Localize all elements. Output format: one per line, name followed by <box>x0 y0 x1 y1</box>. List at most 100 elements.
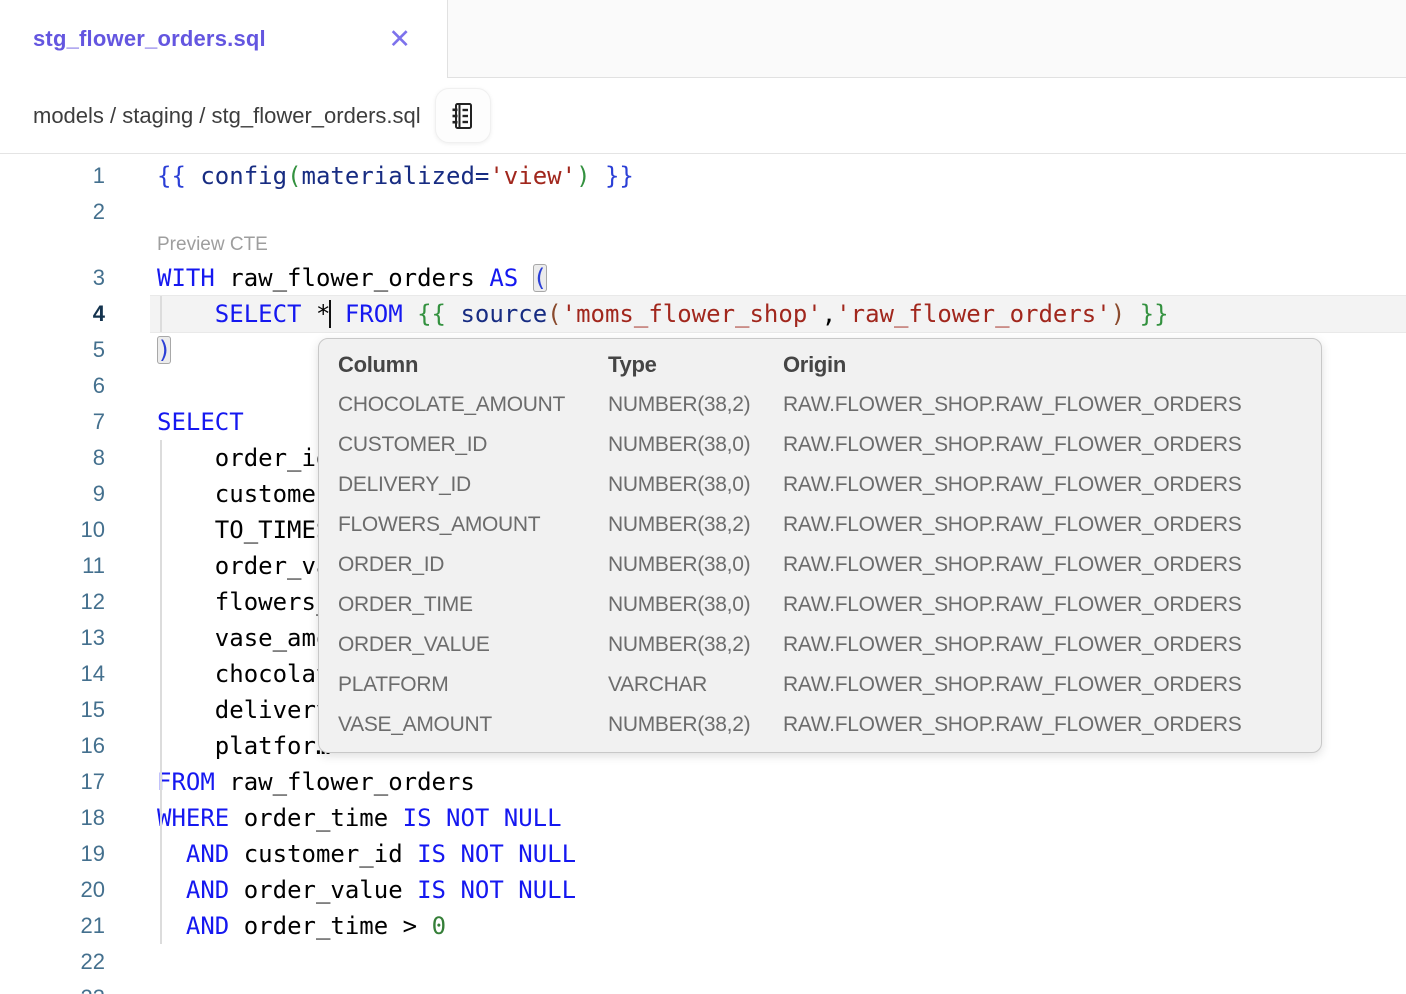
code-text <box>150 980 1406 994</box>
line-number: 7 <box>0 404 105 440</box>
column-cell: ORDER_ID <box>338 553 608 577</box>
column-cell: NUMBER(38,2) <box>608 393 783 417</box>
code-line[interactable]: 22 <box>0 944 1406 980</box>
column-cell: RAW.FLOWER_SHOP.RAW_FLOWER_ORDERS <box>783 593 1302 617</box>
column-row: CHOCOLATE_AMOUNTNUMBER(38,2)RAW.FLOWER_S… <box>319 385 1321 425</box>
column-cell: VARCHAR <box>608 673 783 697</box>
column-row: ORDER_VALUENUMBER(38,2)RAW.FLOWER_SHOP.R… <box>319 625 1321 665</box>
line-number: 20 <box>0 872 105 908</box>
file-outline-button[interactable] <box>435 88 491 143</box>
code-editor[interactable]: 1 {{ config(materialized='view') }} 2Previ… <box>0 154 1406 994</box>
indent-guide <box>160 764 162 944</box>
line-number: 19 <box>0 836 105 872</box>
close-icon[interactable]: ✕ <box>388 26 411 53</box>
column-cell: DELIVERY_ID <box>338 473 608 497</box>
code-text: FROM raw_flower_orders <box>150 764 1406 800</box>
code-text: AND order_value IS NOT NULL <box>150 872 1406 908</box>
column-cell: NUMBER(38,0) <box>608 473 783 497</box>
line-number: 8 <box>0 440 105 476</box>
code-text: {{ config(materialized='view') }} <box>150 158 1406 194</box>
code-line[interactable]: 21 AND order_time > 0 <box>0 908 1406 944</box>
column-cell: RAW.FLOWER_SHOP.RAW_FLOWER_ORDERS <box>783 553 1302 577</box>
column-cell: FLOWERS_AMOUNT <box>338 513 608 537</box>
code-line[interactable]: 23 <box>0 980 1406 994</box>
line-number: 22 <box>0 944 105 980</box>
line-number: 18 <box>0 800 105 836</box>
tab-strip-empty-area <box>447 0 1406 78</box>
line-number: 3 <box>0 260 105 296</box>
line-number: 10 <box>0 512 105 548</box>
code-line[interactable]: 18 WHERE order_time IS NOT NULL <box>0 800 1406 836</box>
column-cell: NUMBER(38,0) <box>608 593 783 617</box>
column-row: ORDER_TIMENUMBER(38,0)RAW.FLOWER_SHOP.RA… <box>319 585 1321 625</box>
column-cell: NUMBER(38,2) <box>608 633 783 657</box>
code-text: SELECT * FROM {{ source('moms_flower_sho… <box>150 296 1406 332</box>
popup-body: CHOCOLATE_AMOUNTNUMBER(38,2)RAW.FLOWER_S… <box>319 385 1321 745</box>
breadcrumb[interactable]: models / staging / stg_flower_orders.sql <box>33 103 421 129</box>
line-number: 23 <box>0 980 105 994</box>
column-row: DELIVERY_IDNUMBER(38,0)RAW.FLOWER_SHOP.R… <box>319 465 1321 505</box>
column-cell: ORDER_TIME <box>338 593 608 617</box>
code-text: AND order_time > 0 <box>150 908 1406 944</box>
column-cell: NUMBER(38,0) <box>608 433 783 457</box>
code-line[interactable]: 17 FROM raw_flower_orders <box>0 764 1406 800</box>
preview-cte-lens[interactable]: Preview CTE <box>0 230 1406 260</box>
line-number: 9 <box>0 476 105 512</box>
column-row: VASE_AMOUNTNUMBER(38,2)RAW.FLOWER_SHOP.R… <box>319 705 1321 745</box>
code-line[interactable]: 3 WITH raw_flower_orders AS ( <box>0 260 1406 296</box>
column-cell: RAW.FLOWER_SHOP.RAW_FLOWER_ORDERS <box>783 473 1302 497</box>
line-number: 1 <box>0 158 105 194</box>
popup-column-header: Column <box>338 352 608 378</box>
indent-guide <box>160 440 162 764</box>
code-text <box>150 194 1406 230</box>
line-number: 15 <box>0 692 105 728</box>
line-number: 14 <box>0 656 105 692</box>
column-cell: CUSTOMER_ID <box>338 433 608 457</box>
popup-column-header: Type <box>608 352 783 378</box>
line-number: 17 <box>0 764 105 800</box>
breadcrumb-row: models / staging / stg_flower_orders.sql <box>0 78 1406 153</box>
column-row: PLATFORMVARCHARRAW.FLOWER_SHOP.RAW_FLOWE… <box>319 665 1321 705</box>
code-text <box>150 944 1406 980</box>
line-number: 4 <box>0 296 105 332</box>
column-row: CUSTOMER_IDNUMBER(38,0)RAW.FLOWER_SHOP.R… <box>319 425 1321 465</box>
column-cell: NUMBER(38,0) <box>608 553 783 577</box>
indent-guide <box>160 296 162 332</box>
line-number: 2 <box>0 194 105 230</box>
column-cell: RAW.FLOWER_SHOP.RAW_FLOWER_ORDERS <box>783 513 1302 537</box>
line-number: 16 <box>0 728 105 764</box>
tab-title: stg_flower_orders.sql <box>33 26 266 52</box>
code-text: WITH raw_flower_orders AS ( <box>150 260 1406 296</box>
column-row: ORDER_IDNUMBER(38,0)RAW.FLOWER_SHOP.RAW_… <box>319 545 1321 585</box>
source-columns-popup: ColumnTypeOrigin CHOCOLATE_AMOUNTNUMBER(… <box>318 338 1322 753</box>
code-line[interactable]: 1 {{ config(materialized='view') }} <box>0 158 1406 194</box>
column-row: FLOWERS_AMOUNTNUMBER(38,2)RAW.FLOWER_SHO… <box>319 505 1321 545</box>
line-number: 12 <box>0 584 105 620</box>
tab-stg-flower-orders[interactable]: stg_flower_orders.sql ✕ <box>0 0 447 78</box>
line-number: 11 <box>0 548 105 584</box>
column-cell: ORDER_VALUE <box>338 633 608 657</box>
code-text: AND customer_id IS NOT NULL <box>150 836 1406 872</box>
code-line[interactable]: 4 SELECT * FROM {{ source('moms_flower_s… <box>0 296 1406 332</box>
popup-column-header: Origin <box>783 352 1302 378</box>
column-cell: CHOCOLATE_AMOUNT <box>338 393 608 417</box>
column-cell: RAW.FLOWER_SHOP.RAW_FLOWER_ORDERS <box>783 633 1302 657</box>
popup-header-row: ColumnTypeOrigin <box>319 345 1321 385</box>
column-cell: NUMBER(38,2) <box>608 713 783 737</box>
code-line[interactable]: 19 AND customer_id IS NOT NULL <box>0 836 1406 872</box>
code-text: WHERE order_time IS NOT NULL <box>150 800 1406 836</box>
line-number: 5 <box>0 332 105 368</box>
column-cell: RAW.FLOWER_SHOP.RAW_FLOWER_ORDERS <box>783 393 1302 417</box>
line-number: 21 <box>0 908 105 944</box>
line-number: 13 <box>0 620 105 656</box>
column-cell: NUMBER(38,2) <box>608 513 783 537</box>
column-cell: PLATFORM <box>338 673 608 697</box>
tab-bar: stg_flower_orders.sql ✕ <box>0 0 1406 78</box>
column-cell: RAW.FLOWER_SHOP.RAW_FLOWER_ORDERS <box>783 673 1302 697</box>
column-cell: RAW.FLOWER_SHOP.RAW_FLOWER_ORDERS <box>783 713 1302 737</box>
line-number: 6 <box>0 368 105 404</box>
code-line[interactable]: 20 AND order_value IS NOT NULL <box>0 872 1406 908</box>
column-cell: VASE_AMOUNT <box>338 713 608 737</box>
code-line[interactable]: 2 <box>0 194 1406 230</box>
column-cell: RAW.FLOWER_SHOP.RAW_FLOWER_ORDERS <box>783 433 1302 457</box>
